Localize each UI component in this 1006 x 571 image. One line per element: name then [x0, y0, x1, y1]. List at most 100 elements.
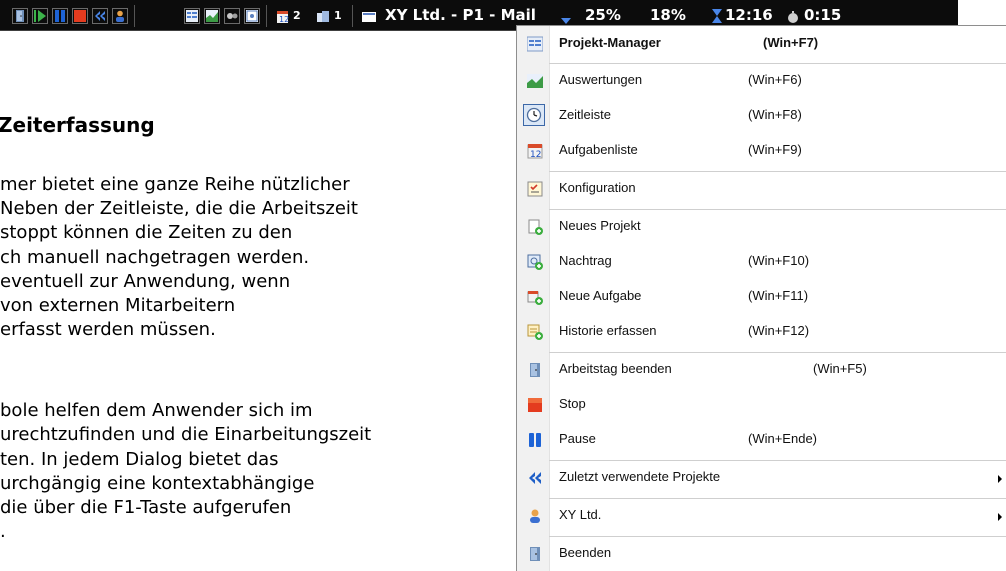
menu-item-shortcut: (Win+F7) — [763, 35, 819, 50]
document-line: . — [0, 521, 6, 542]
play-icon[interactable] — [32, 8, 48, 24]
menu-item-zuletzt-verwendete-projekte[interactable]: Zuletzt verwendete Projekte — [517, 463, 1006, 493]
projects-icon[interactable] — [316, 9, 330, 28]
menu-item-historie-erfassen[interactable]: Historie erfassen (Win+F12) — [517, 317, 1006, 347]
document-line: urchgängig eine kontextabhängige — [0, 473, 315, 494]
menu-item-label: Pause — [559, 431, 596, 446]
menu-item-zeitleiste[interactable]: Zeitleiste (Win+F8) — [517, 101, 1006, 131]
door-icon — [526, 545, 544, 563]
submenu-arrow-icon — [998, 513, 1002, 521]
menu-item-arbeitstag-beenden[interactable]: Arbeitstag beenden (Win+F5) — [517, 355, 1006, 385]
pause-icon[interactable] — [52, 8, 68, 24]
menu-item-shortcut: (Win+F9) — [748, 142, 802, 157]
add-entry-icon — [526, 253, 544, 271]
project-manager-icon — [526, 35, 544, 53]
tasks-count: 2 — [293, 9, 301, 22]
clock-2: 0:15 — [804, 6, 842, 24]
submenu-arrow-icon — [998, 475, 1002, 483]
menu-item-label: Konfiguration — [559, 180, 636, 195]
menu-item-auswertungen[interactable]: Auswertungen (Win+F6) — [517, 66, 1006, 96]
menu-separator — [549, 63, 1006, 64]
history-icon — [526, 323, 544, 341]
taskbar-separator — [352, 5, 353, 27]
context-menu: Projekt-Manager (Win+F7) Auswertungen (W… — [516, 25, 1006, 571]
menu-item-nachtrag[interactable]: Nachtrag (Win+F10) — [517, 247, 1006, 277]
page-heading: Zeiterfassung — [0, 113, 155, 137]
rewind-icon — [526, 469, 544, 487]
chart-icon[interactable] — [204, 8, 220, 24]
document-line: von externen Mitarbeitern — [0, 295, 236, 316]
configuration-icon — [526, 180, 544, 198]
menu-item-shortcut: (Win+F10) — [748, 253, 810, 268]
menu-item-neues-projekt[interactable]: Neues Projekt — [517, 212, 1006, 242]
menu-item-shortcut: (Win+F11) — [748, 288, 809, 303]
stop-icon[interactable] — [72, 8, 88, 24]
menu-item-pause[interactable]: Pause (Win+Ende) — [517, 425, 1006, 455]
project-manager-icon[interactable] — [184, 8, 200, 24]
menu-item-label: Stop — [559, 396, 586, 411]
taskbar-separator — [266, 5, 267, 27]
project-window-icon[interactable] — [362, 9, 376, 28]
menu-item-stop[interactable]: Stop — [517, 390, 1006, 420]
taskbar-separator — [134, 5, 135, 27]
menu-item-konfiguration[interactable]: Konfiguration — [517, 174, 1006, 204]
menu-item-label: Arbeitstag beenden — [559, 361, 672, 376]
menu-separator — [549, 209, 1006, 210]
document-line: bole helfen dem Anwender sich im — [0, 400, 313, 421]
menu-separator — [549, 460, 1006, 461]
menu-item-label: Aufgabenliste — [559, 142, 638, 157]
menu-item-projekt-manager[interactable]: Projekt-Manager (Win+F7) — [517, 29, 1006, 59]
menu-item-label: Nachtrag — [559, 253, 612, 268]
pause-icon — [526, 431, 544, 449]
menu-item-label: Auswertungen — [559, 72, 643, 87]
menu-item-label: Historie erfassen — [559, 323, 657, 338]
task-list-icon[interactable]: 12 — [276, 9, 290, 28]
menu-item-shortcut: (Win+F6) — [748, 72, 802, 87]
document-line: mer bietet eine ganze Reihe nützlicher — [0, 174, 350, 195]
menu-separator — [549, 352, 1006, 353]
menu-item-xy-ltd[interactable]: XY Ltd. — [517, 501, 1006, 531]
rewind-icon[interactable] — [92, 8, 108, 24]
task-list-icon: 12 — [526, 142, 544, 160]
door-icon — [526, 361, 544, 379]
document-line: eventuell zur Anwendung, wenn — [0, 271, 291, 292]
chart-icon — [526, 72, 544, 90]
person-icon — [526, 507, 544, 525]
tools-icon[interactable] — [224, 8, 240, 24]
person-icon[interactable] — [112, 8, 128, 24]
menu-item-neue-aufgabe[interactable]: Neue Aufgabe (Win+F11) — [517, 282, 1006, 312]
menu-item-shortcut: (Win+F5) — [813, 361, 867, 376]
clock-icon — [523, 104, 545, 126]
document-line: ch manuell nachgetragen werden. — [0, 247, 310, 268]
document-line: stoppt können die Zeiten zu den — [0, 222, 293, 243]
projects-count: 1 — [334, 9, 342, 22]
menu-item-shortcut: (Win+Ende) — [748, 431, 817, 446]
document-line: ten. In jedem Dialog bietet das — [0, 449, 279, 470]
menu-separator — [549, 536, 1006, 537]
new-project-icon — [526, 218, 544, 236]
menu-item-label: Zuletzt verwendete Projekte — [559, 469, 721, 484]
menu-item-shortcut: (Win+F8) — [748, 107, 802, 122]
percent-1: 25% — [585, 6, 621, 24]
stop-icon — [526, 396, 544, 414]
timeline-icon[interactable] — [244, 8, 260, 24]
menu-item-label: Beenden — [559, 545, 612, 560]
document-line: Neben der Zeitleiste, die die Arbeitszei… — [0, 198, 358, 219]
menu-item-label: Neues Projekt — [559, 218, 641, 233]
door-icon[interactable] — [12, 8, 28, 24]
menu-item-label: Zeitleiste — [559, 107, 612, 122]
menu-item-shortcut: (Win+F12) — [748, 323, 810, 338]
menu-item-beenden[interactable]: Beenden — [517, 539, 1006, 569]
document-line: erfasst werden müssen. — [0, 319, 216, 340]
svg-text:12: 12 — [279, 15, 289, 24]
new-task-icon — [526, 288, 544, 306]
project-title[interactable]: XY Ltd. - P1 - Mail — [385, 6, 536, 24]
svg-text:12: 12 — [530, 150, 541, 159]
menu-item-label: Neue Aufgabe — [559, 288, 642, 303]
clock-1: 12:16 — [725, 6, 773, 24]
menu-item-aufgabenliste[interactable]: 12 Aufgabenliste (Win+F9) — [517, 136, 1006, 166]
menu-separator — [549, 171, 1006, 172]
menu-separator — [549, 498, 1006, 499]
document-line: die über die F1-Taste aufgerufen — [0, 497, 292, 518]
percent-2: 18% — [650, 6, 686, 24]
